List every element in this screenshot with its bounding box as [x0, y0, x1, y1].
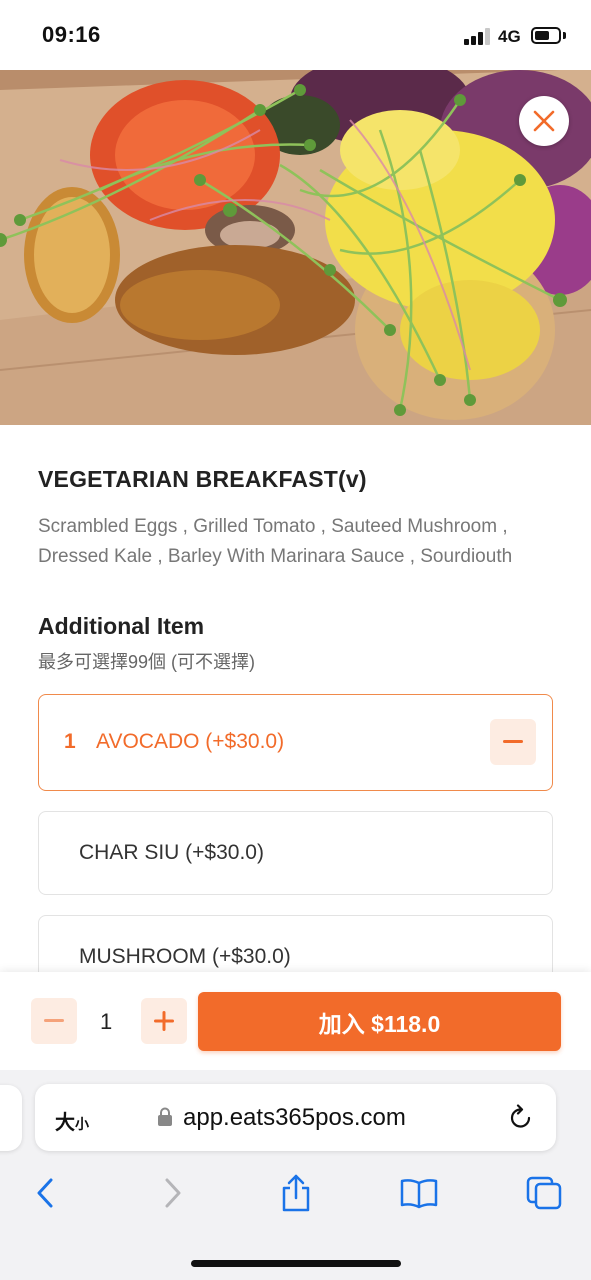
forward-chevron-icon	[165, 1178, 181, 1208]
minus-icon	[44, 1019, 64, 1022]
share-icon	[282, 1174, 310, 1212]
option-avocado[interactable]: 1 AVOCADO (+$30.0)	[38, 694, 553, 791]
option-label: CHAR SIU (+$30.0)	[79, 841, 264, 864]
dish-photo	[0, 70, 591, 425]
add-to-cart-button[interactable]: 加入 $118.0	[198, 992, 561, 1051]
option-decrease-button[interactable]	[490, 719, 536, 765]
bookmarks-button[interactable]	[397, 1173, 441, 1213]
tabs-button[interactable]	[522, 1173, 566, 1213]
dish-title: VEGETARIAN BREAKFAST(v)	[38, 466, 367, 492]
network-type: 4G	[498, 27, 521, 46]
close-button[interactable]	[519, 96, 569, 146]
tabs-icon	[526, 1176, 562, 1210]
reload-button[interactable]	[508, 1104, 534, 1137]
quantity-increase-button[interactable]	[141, 998, 187, 1044]
previous-tab-preview[interactable]	[0, 1085, 22, 1151]
plus-icon	[154, 1011, 174, 1031]
lock-icon	[157, 1107, 173, 1132]
back-button[interactable]	[23, 1173, 67, 1213]
additional-item-title: Additional Item	[38, 613, 205, 639]
reload-icon	[510, 1104, 531, 1128]
status-time: 09:16	[42, 22, 101, 47]
close-icon	[533, 110, 555, 132]
option-quantity: 1	[64, 730, 76, 753]
status-bar: 09:16 4G	[0, 0, 591, 70]
signal-icon	[464, 28, 492, 45]
dish-description: Scrambled Eggs , Grilled Tomato , Sautee…	[38, 516, 513, 567]
quantity-decrease-button[interactable]	[31, 998, 77, 1044]
additional-item-subtitle: 最多可選擇99個 (可不選擇)	[38, 652, 256, 672]
forward-button[interactable]	[151, 1173, 195, 1213]
option-label: MUSHROOM (+$30.0)	[79, 945, 291, 968]
option-label: AVOCADO (+$30.0)	[96, 730, 285, 753]
battery-icon	[531, 27, 561, 44]
option-char-siu[interactable]: CHAR SIU (+$30.0)	[38, 811, 553, 895]
share-button[interactable]	[274, 1173, 318, 1213]
bookmarks-icon	[400, 1179, 438, 1209]
minus-icon	[503, 740, 523, 743]
quantity-value: 1	[100, 1009, 113, 1034]
url-text[interactable]: app.eats365pos.com	[183, 1104, 406, 1132]
back-chevron-icon	[37, 1178, 53, 1208]
text-size-button[interactable]: 大小	[55, 1106, 89, 1135]
home-indicator	[191, 1260, 401, 1267]
